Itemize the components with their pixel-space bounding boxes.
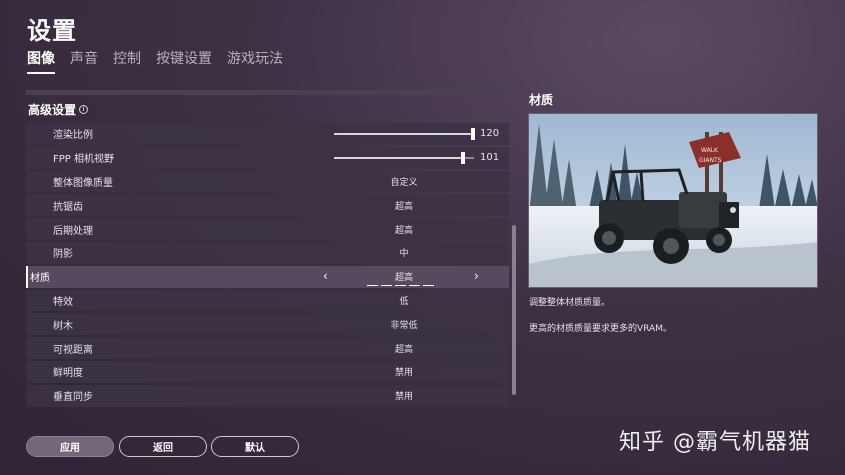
fpp-fov-slider[interactable]: [334, 151, 474, 164]
tab-sound[interactable]: 声音: [70, 48, 98, 74]
setting-row-post-processing[interactable]: 后期处理 超高: [26, 218, 509, 240]
settings-scrollbar[interactable]: [512, 225, 516, 395]
advanced-settings-panel: 高级设置 i 渲染比例 120 FPP 相机视野 101 整体图像质量 自定义 …: [26, 90, 509, 407]
setting-value: 超高: [394, 201, 413, 212]
chevron-left-icon[interactable]: ‹: [323, 269, 328, 283]
sign-text: GIANTS: [699, 157, 722, 164]
advanced-settings-header: 高级设置 i: [26, 97, 509, 121]
setting-row-render-scale[interactable]: 渲染比例 120: [26, 123, 509, 145]
setting-value: 超高: [394, 273, 413, 284]
setting-label: 阴影: [53, 249, 73, 261]
slider-fill: [334, 133, 473, 135]
detail-title: 材质: [529, 93, 554, 107]
texture-level-indicator: [367, 284, 434, 286]
page-title: 设置: [27, 17, 77, 45]
setting-label: 渲染比例: [53, 130, 93, 142]
setting-row-foliage[interactable]: 树木 非常低: [26, 313, 509, 336]
setting-label: 鲜明度: [53, 368, 83, 380]
apply-button[interactable]: 应用: [26, 436, 114, 457]
tab-keybindings[interactable]: 按键设置: [156, 48, 212, 74]
level-segment: [409, 284, 420, 286]
setting-row-textures[interactable]: 材质 ‹ 超高 ›: [26, 265, 509, 288]
detail-description: 调整整体材质质量。: [529, 298, 611, 308]
setting-row-fpp-fov[interactable]: FPP 相机视野 101: [26, 146, 509, 169]
setting-value: 低: [399, 296, 409, 307]
setting-row-shadows[interactable]: 阴影 中: [26, 241, 509, 264]
setting-value: 自定义: [390, 177, 418, 188]
fpp-fov-value: 101: [480, 152, 500, 164]
setting-row-vsync[interactable]: 垂直同步 禁用: [26, 384, 509, 407]
sign-text: WALK: [701, 147, 719, 154]
tab-graphics[interactable]: 图像: [27, 48, 55, 74]
setting-label: 材质: [30, 273, 50, 285]
setting-label: FPP 相机视野: [53, 154, 114, 166]
setting-label: 树木: [53, 320, 73, 332]
setting-row-anti-aliasing[interactable]: 抗锯齿 超高: [26, 194, 509, 217]
watermark: 知乎 @霸气机器猫: [619, 430, 811, 455]
level-segment: [395, 284, 406, 286]
advanced-settings-title: 高级设置: [28, 102, 77, 117]
setting-value: 非常低: [390, 320, 418, 331]
info-icon[interactable]: i: [79, 104, 89, 114]
setting-value: 禁用: [394, 368, 413, 379]
setting-label: 后期处理: [53, 225, 93, 237]
setting-row-overall-quality[interactable]: 整体图像质量 自定义: [26, 170, 509, 193]
settings-list: 渲染比例 120 FPP 相机视野 101 整体图像质量 自定义 抗锯齿 超高 …: [26, 123, 509, 407]
setting-label: 抗锯齿: [53, 201, 83, 213]
settings-tabs: 图像 声音 控制 按键设置 游戏玩法: [27, 48, 283, 74]
defaults-button[interactable]: 默认: [211, 436, 299, 457]
level-segment: [381, 284, 392, 286]
slider-thumb[interactable]: [470, 128, 475, 140]
texture-preview-image: WALK GIANTS: [528, 113, 818, 288]
level-segment: [423, 284, 434, 286]
level-segment: [367, 284, 378, 286]
setting-value: 超高: [394, 225, 413, 236]
detail-vram-note: 更高的材质质量要求更多的VRAM。: [529, 324, 672, 334]
render-scale-slider[interactable]: [334, 128, 475, 140]
back-button[interactable]: 返回: [119, 436, 207, 457]
slider-fill: [334, 156, 463, 159]
tab-controls[interactable]: 控制: [113, 48, 141, 74]
setting-row-view-distance[interactable]: 可视距离 超高: [26, 337, 509, 359]
panel-top-bar: [26, 90, 509, 95]
render-scale-value: 120: [480, 128, 500, 140]
chevron-right-icon[interactable]: ›: [474, 269, 479, 283]
setting-value: 中: [399, 249, 409, 260]
setting-value: 禁用: [394, 392, 413, 403]
setting-label: 垂直同步: [53, 392, 93, 404]
setting-label: 特效: [53, 296, 73, 308]
setting-row-sharpness[interactable]: 鲜明度 禁用: [26, 360, 509, 383]
setting-label: 可视距离: [53, 344, 93, 356]
tab-gameplay[interactable]: 游戏玩法: [227, 48, 283, 74]
setting-value: 超高: [394, 344, 413, 355]
selection-indicator: [26, 265, 28, 288]
setting-label: 整体图像质量: [53, 177, 113, 189]
setting-row-effects[interactable]: 特效 低: [26, 289, 509, 312]
snow-jeep-scene: WALK GIANTS: [529, 114, 817, 287]
slider-thumb[interactable]: [460, 151, 465, 164]
